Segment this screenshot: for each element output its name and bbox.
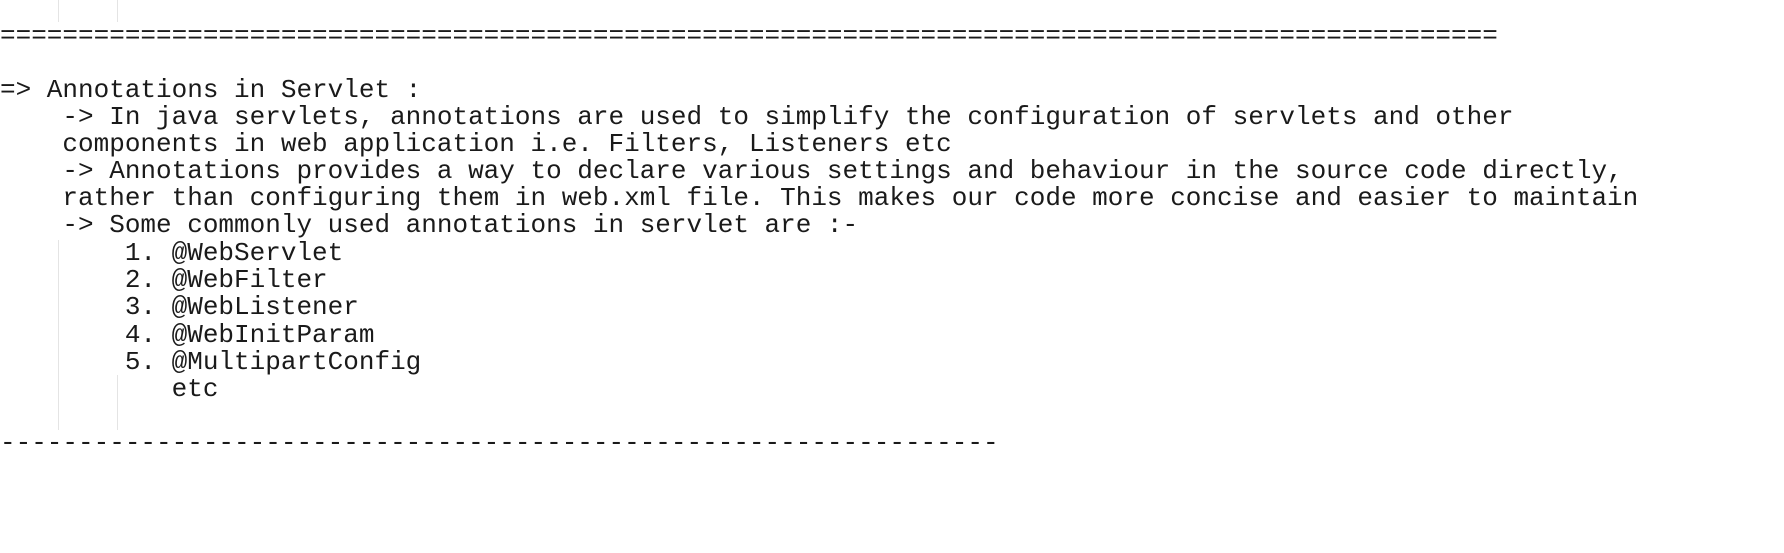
text-editor[interactable]: ========================================… [0,0,1784,553]
list-item: 4. @WebInitParam [0,320,375,350]
text-line: rather than configuring them in web.xml … [0,183,1639,213]
text-line: -> In java servlets, annotations are use… [0,102,1514,132]
text-line: -> Some commonly used annotations in ser… [0,210,859,240]
section-heading: => Annotations in Servlet : [0,75,422,105]
list-item-etc: etc [0,374,219,404]
list-item: 5. @MultipartConfig [0,347,422,377]
list-item: 3. @WebListener [0,292,359,322]
separator-line-bottom: ----------------------------------------… [0,428,999,458]
indent-guide [117,0,118,22]
list-item: 1. @WebServlet [0,238,344,268]
text-line: -> Annotations provides a way to declare… [0,156,1623,186]
indent-guide [58,0,59,22]
list-item: 2. @WebFilter [0,265,328,295]
text-line: components in web application i.e. Filte… [0,129,952,159]
separator-line-top: ========================================… [0,21,1498,51]
